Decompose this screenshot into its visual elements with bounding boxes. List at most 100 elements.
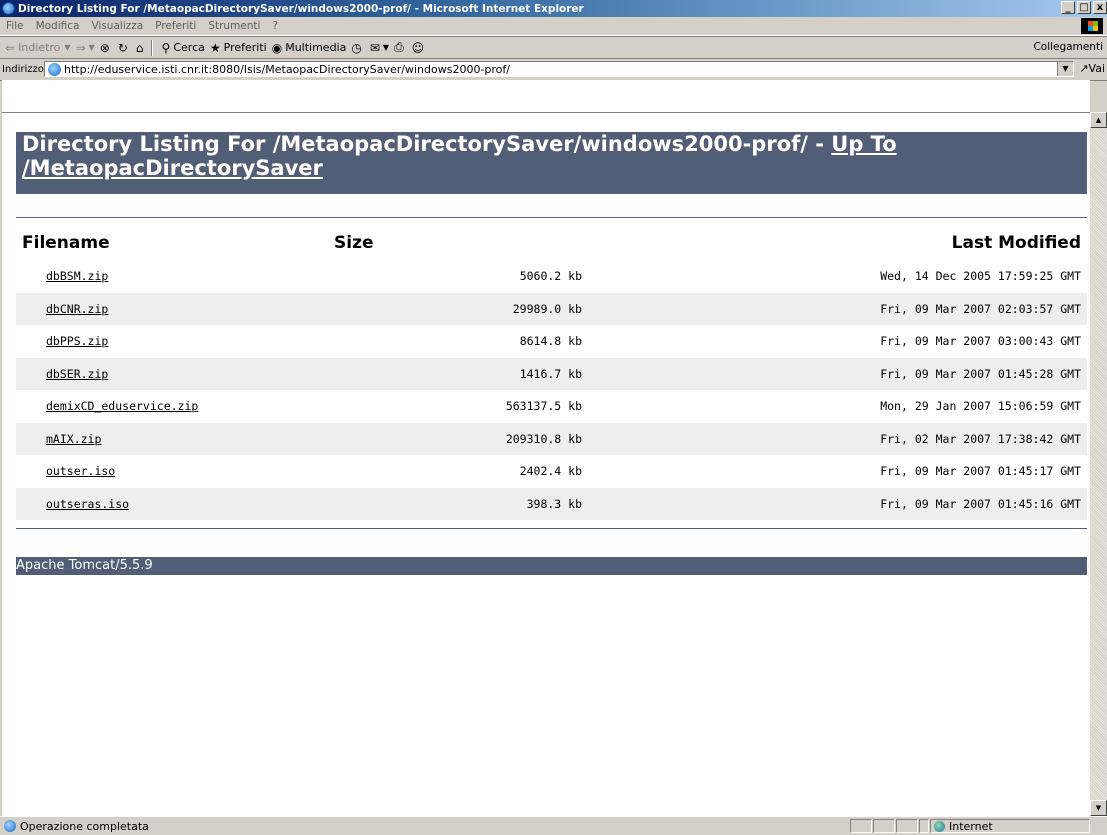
favorites-icon: ★ [209, 40, 221, 55]
minimize-button[interactable]: _ [1061, 1, 1075, 14]
internet-globe-icon [934, 820, 945, 832]
table-row: outser.iso 2402.4 kb Fri, 09 Mar 2007 01… [16, 455, 1087, 488]
status-panel-3 [896, 819, 918, 833]
table-row: mAIX.zip 209310.8 kb Fri, 02 Mar 2007 17… [16, 422, 1087, 455]
media-button[interactable]: ◉ Multimedia [272, 41, 347, 55]
maximize-button[interactable]: □ [1077, 1, 1091, 14]
file-link[interactable]: mAIX.zip [46, 432, 101, 446]
file-size: 2402.4 kb [519, 464, 582, 479]
print-icon: ⎙ [394, 40, 404, 54]
window-titlebar[interactable]: Directory Listing For /MetaopacDirectory… [0, 0, 1107, 17]
security-zone[interactable]: Internet [930, 819, 1090, 833]
file-modified: Fri, 09 Mar 2007 01:45:28 GMT [590, 357, 1087, 390]
address-bar: Indirizzo http://eduservice.isti.cnr.it:… [0, 58, 1107, 81]
menu-file[interactable]: File [6, 20, 24, 32]
forward-button[interactable]: ⇒ ▼ [76, 41, 95, 55]
mail-dropdown-icon[interactable]: ▼ [383, 43, 389, 52]
status-text: Operazione completata [20, 819, 149, 833]
table-row: dbBSM.zip 5060.2 kb Wed, 14 Dec 2005 17:… [16, 260, 1087, 293]
file-link[interactable]: dbBSM.zip [46, 269, 108, 283]
favorites-button[interactable]: ★ Preferiti [210, 41, 267, 55]
column-filename: Filename [22, 233, 110, 253]
file-name-cell: outser.iso [16, 455, 328, 488]
file-link[interactable]: dbCNR.zip [46, 302, 108, 316]
file-name-cell: demixCD_eduservice.zip [16, 390, 328, 423]
scroll-down-icon[interactable]: ▼ [1090, 800, 1107, 816]
page-heading: Directory Listing For /MetaopacDirectory… [22, 132, 832, 156]
window-title: Directory Listing For /MetaopacDirectory… [18, 2, 584, 15]
history-button[interactable]: ◷ [351, 41, 364, 55]
file-link[interactable]: outser.iso [46, 464, 115, 478]
address-dropdown-icon[interactable]: ▼ [1057, 62, 1073, 76]
standard-toolbar: ⇐ Indietro ▼ ⇒ ▼ ⊗ ↻ ⌂ ⚲ Cerca ★ Preferi… [0, 36, 1107, 59]
file-modified: Fri, 09 Mar 2007 03:00:43 GMT [880, 334, 1081, 349]
scroll-up-icon[interactable]: ▲ [1090, 112, 1107, 128]
back-label: Indietro [18, 41, 61, 54]
menu-edit[interactable]: Modifica [36, 20, 80, 32]
status-panel-2 [873, 819, 895, 833]
stop-button[interactable]: ⊗ [100, 41, 113, 55]
menu-help[interactable]: ? [272, 20, 278, 32]
stop-icon: ⊗ [99, 40, 110, 55]
ie-logo-icon [2, 2, 15, 15]
file-size: 209310.8 kb [328, 422, 590, 455]
menu-bar: File Modifica Visualizza Preferiti Strum… [0, 17, 1107, 36]
links-toolbar[interactable]: Collegamenti [1033, 41, 1103, 53]
file-modified: Fri, 09 Mar 2007 02:03:57 GMT [590, 292, 1087, 325]
table-row: outseras.iso 398.3 kb Fri, 09 Mar 2007 0… [16, 487, 1087, 520]
file-name-cell: dbCNR.zip [16, 292, 328, 325]
address-input[interactable]: http://eduservice.isti.cnr.it:8080/Isis/… [44, 61, 1074, 77]
file-table-body: dbBSM.zip 5060.2 kb Wed, 14 Dec 2005 17:… [16, 260, 1087, 520]
refresh-icon: ↻ [117, 40, 128, 55]
content-area-top [2, 80, 1090, 112]
column-last-modified: Last Modified [951, 233, 1081, 253]
menu-favorites[interactable]: Preferiti [155, 20, 196, 32]
table-row: dbPPS.zip 8614.8 kb Fri, 09 Mar 2007 03:… [16, 325, 1087, 358]
back-dropdown-icon[interactable]: ▼ [64, 43, 70, 52]
file-link[interactable]: demixCD_eduservice.zip [46, 399, 198, 413]
file-modified: Fri, 02 Mar 2007 17:38:42 GMT [590, 422, 1087, 455]
search-button[interactable]: ⚲ Cerca [162, 41, 205, 55]
forward-dropdown-icon[interactable]: ▼ [89, 43, 95, 52]
window-controls: _ □ x [1061, 1, 1107, 14]
messenger-button[interactable]: ☺ [412, 41, 428, 55]
file-name-cell: mAIX.zip [16, 422, 328, 455]
status-panel-4 [919, 819, 929, 833]
table-row: dbSER.zip 1416.7 kb Fri, 09 Mar 2007 01:… [16, 357, 1087, 390]
menu-view[interactable]: Visualizza [91, 20, 143, 32]
file-size: 29989.0 kb [328, 292, 590, 325]
file-link[interactable]: dbPPS.zip [46, 334, 108, 348]
menu-tools[interactable]: Strumenti [208, 20, 260, 32]
file-modified: Wed, 14 Dec 2005 17:59:25 GMT [880, 269, 1081, 284]
file-size: 563137.5 kb [505, 399, 582, 414]
mail-icon: ✉ [369, 40, 380, 55]
file-link[interactable]: outseras.iso [46, 497, 129, 511]
windows-logo-icon [1081, 18, 1103, 34]
address-label: Indirizzo [2, 64, 44, 75]
file-modified: Fri, 09 Mar 2007 01:45:16 GMT [590, 487, 1087, 520]
address-url[interactable]: http://eduservice.isti.cnr.it:8080/Isis/… [64, 63, 510, 76]
server-footer: Apache Tomcat/5.5.9 [16, 557, 1087, 575]
vertical-scrollbar[interactable]: ▲ ▼ [1090, 112, 1107, 816]
print-button[interactable]: ⎙ [394, 40, 407, 55]
column-size: Size [334, 233, 374, 253]
mail-button[interactable]: ✉ ▼ [370, 41, 389, 55]
file-modified: Fri, 09 Mar 2007 01:45:17 GMT [880, 464, 1081, 479]
messenger-icon: ☺ [411, 40, 425, 55]
media-label: Multimedia [285, 41, 347, 54]
file-modified: Mon, 29 Jan 2007 15:06:59 GMT [880, 399, 1081, 414]
bottom-divider [16, 528, 1087, 529]
table-row: demixCD_eduservice.zip 563137.5 kb Mon, … [16, 390, 1087, 423]
home-button[interactable]: ⌂ [136, 41, 147, 55]
refresh-button[interactable]: ↻ [118, 41, 131, 55]
top-divider [16, 217, 1087, 218]
toolbar-separator [150, 39, 153, 56]
go-label: Vai [1088, 62, 1105, 75]
close-button[interactable]: x [1093, 1, 1107, 14]
file-link[interactable]: dbSER.zip [46, 367, 108, 381]
status-panel-1 [850, 819, 872, 833]
go-button[interactable]: ↗Vai [1079, 62, 1105, 75]
table-header-row: Filename Size Last Modified [16, 226, 1087, 260]
file-name-cell: dbPPS.zip [16, 325, 328, 358]
back-button[interactable]: ⇐ Indietro ▼ [5, 41, 71, 55]
